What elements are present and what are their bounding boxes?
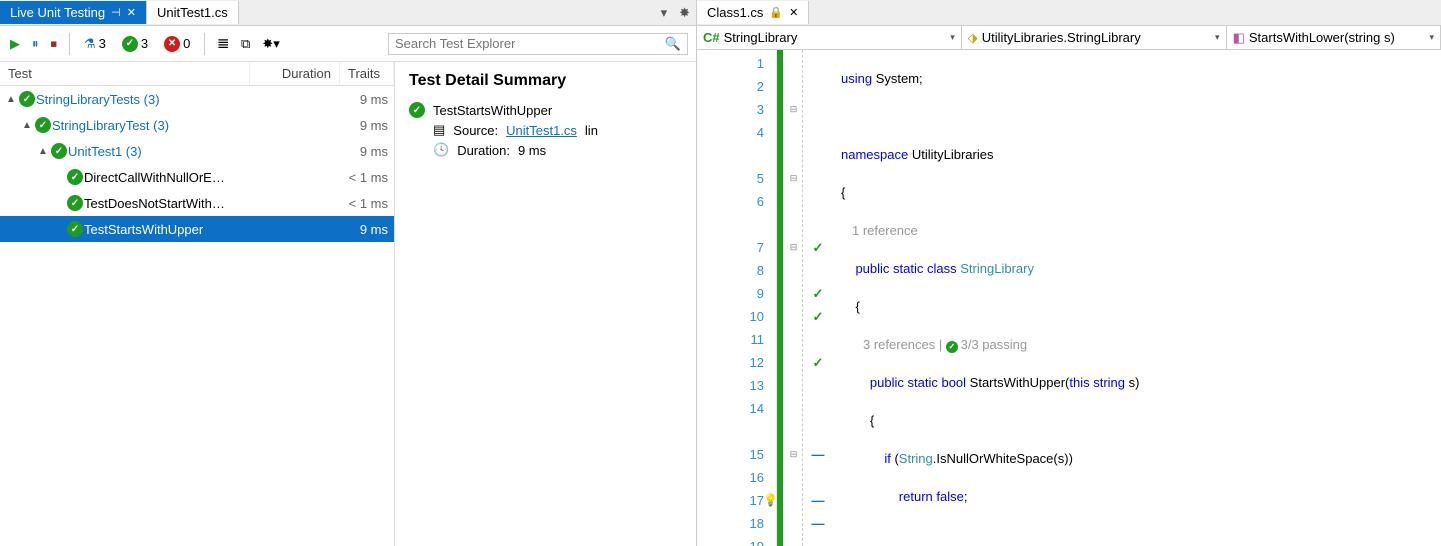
- test-name: TestDoesNotStartWith…: [84, 196, 298, 211]
- test-duration: 9 ms: [298, 222, 388, 237]
- test-duration: 9 ms: [298, 118, 388, 133]
- test-name: StringLibraryTest (3): [52, 118, 298, 133]
- test-row[interactable]: ▲✓StringLibraryTest (3)9 ms: [0, 112, 394, 138]
- test-duration: 9 ms: [298, 92, 388, 107]
- duration-label: Duration:: [457, 143, 510, 158]
- check-icon: ✓: [122, 36, 138, 52]
- tab-class1[interactable]: Class1.cs 🔒 ✕: [697, 1, 809, 24]
- nav-label: StartsWithLower(string s): [1249, 30, 1395, 45]
- code-editor[interactable]: 1234567891011121314151617💡1819 ⊟⊟⊟⊟ ✓✓✓✓…: [697, 50, 1441, 546]
- gear-icon[interactable]: ✸: [673, 5, 696, 21]
- test-row[interactable]: ✓TestDoesNotStartWith…< 1 ms: [0, 190, 394, 216]
- tab-unittest1[interactable]: UnitTest1.cs: [147, 1, 239, 24]
- check-icon: ✓: [51, 143, 67, 159]
- check-icon: ✓: [409, 102, 425, 118]
- test-detail: Test Detail Summary ✓ TestStartsWithUppe…: [395, 62, 696, 546]
- nav-label: UtilityLibraries.StringLibrary: [982, 30, 1141, 45]
- source-label: Source:: [453, 123, 498, 138]
- coverage-column: ✓✓✓✓———: [803, 50, 833, 546]
- settings-icon[interactable]: ✸▾: [260, 34, 281, 54]
- search-input[interactable]: [395, 36, 665, 51]
- hierarchy-icon[interactable]: 𝌆: [215, 34, 231, 54]
- pass-count: 3: [141, 36, 148, 51]
- check-icon: ✓: [19, 91, 35, 107]
- check-icon: ✓: [67, 221, 83, 237]
- source-link[interactable]: UnitTest1.cs: [506, 123, 577, 138]
- test-tree: Test Duration Traits ▲✓StringLibraryTest…: [0, 62, 395, 546]
- col-test[interactable]: Test: [0, 62, 250, 85]
- search-icon[interactable]: 🔍: [665, 36, 681, 52]
- dropdown-icon[interactable]: ▾: [655, 5, 674, 21]
- check-icon: ✓: [67, 169, 83, 185]
- test-name: TestStartsWithUpper: [84, 222, 298, 237]
- beaker-badge[interactable]: ⚗ 3: [80, 35, 110, 53]
- fail-badge[interactable]: ✕ 0: [160, 35, 194, 53]
- nav-project[interactable]: C#StringLibrary▾: [697, 26, 962, 49]
- stop-button[interactable]: ⏹: [49, 34, 60, 54]
- detail-title: Test Detail Summary: [409, 72, 682, 90]
- test-duration: < 1 ms: [298, 170, 388, 185]
- change-bar: [777, 50, 783, 546]
- fail-count: 0: [183, 36, 190, 51]
- pass-badge[interactable]: ✓ 3: [118, 35, 152, 53]
- beaker-icon: ⚗: [84, 36, 96, 52]
- tab-label: Class1.cs: [707, 5, 763, 20]
- close-icon[interactable]: ✕: [127, 6, 136, 19]
- test-toolbar: ▶ ⏸ ⏹ ⚗ 3 ✓ 3 ✕ 0 𝌆 ⧉ ✸▾ 🔍: [0, 26, 696, 62]
- test-name: StringLibraryTests (3): [36, 92, 298, 107]
- beaker-count: 3: [99, 36, 106, 51]
- close-icon[interactable]: ✕: [789, 6, 798, 19]
- col-duration[interactable]: Duration: [250, 62, 340, 85]
- duration-value: 9 ms: [518, 143, 546, 158]
- play-button[interactable]: ▶: [8, 34, 22, 54]
- codelens-pass[interactable]: 3/3 passing: [961, 337, 1028, 352]
- nav-label: StringLibrary: [724, 30, 798, 45]
- test-duration: < 1 ms: [298, 196, 388, 211]
- detail-test-name: TestStartsWithUpper: [433, 103, 552, 118]
- nav-class[interactable]: ⬗UtilityLibraries.StringLibrary▾: [962, 26, 1227, 49]
- test-row[interactable]: ▲✓StringLibraryTests (3)9 ms: [0, 86, 394, 112]
- col-traits[interactable]: Traits: [340, 62, 394, 85]
- test-row[interactable]: ✓DirectCallWithNullOrE…< 1 ms: [0, 164, 394, 190]
- line-numbers: 1234567891011121314151617💡1819: [697, 50, 777, 546]
- nav-method[interactable]: ◧StartsWithLower(string s)▾: [1227, 26, 1441, 49]
- code-body[interactable]: using System; namespace UtilityLibraries…: [833, 50, 1441, 546]
- search-box[interactable]: 🔍: [388, 33, 688, 55]
- test-row[interactable]: ▲✓UnitTest1 (3)9 ms: [0, 138, 394, 164]
- source-icon: ▤: [433, 122, 445, 138]
- check-icon: ✓: [35, 117, 51, 133]
- check-icon: ✓: [67, 195, 83, 211]
- clock-icon: 🕓: [433, 142, 449, 158]
- pause-button[interactable]: ⏸: [30, 34, 41, 54]
- pin-icon[interactable]: 🔒: [769, 6, 783, 19]
- test-row[interactable]: ✓TestStartsWithUpper9 ms: [0, 216, 394, 242]
- codelens[interactable]: 3 references |: [863, 337, 946, 352]
- x-icon: ✕: [164, 36, 180, 52]
- tab-live-unit-testing[interactable]: Live Unit Testing ⊣ ✕: [0, 1, 147, 24]
- pin-icon[interactable]: ⊣: [111, 6, 121, 19]
- codelens[interactable]: 1 reference: [852, 223, 918, 238]
- window-icon[interactable]: ⧉: [239, 34, 252, 54]
- test-name: UnitTest1 (3): [68, 144, 298, 159]
- test-name: DirectCallWithNullOrE…: [84, 170, 298, 185]
- source-line: lin: [585, 123, 598, 138]
- tab-label: Live Unit Testing: [10, 5, 105, 20]
- tab-label: UnitTest1.cs: [157, 5, 228, 20]
- fold-column: ⊟⊟⊟⊟: [785, 50, 803, 546]
- test-duration: 9 ms: [298, 144, 388, 159]
